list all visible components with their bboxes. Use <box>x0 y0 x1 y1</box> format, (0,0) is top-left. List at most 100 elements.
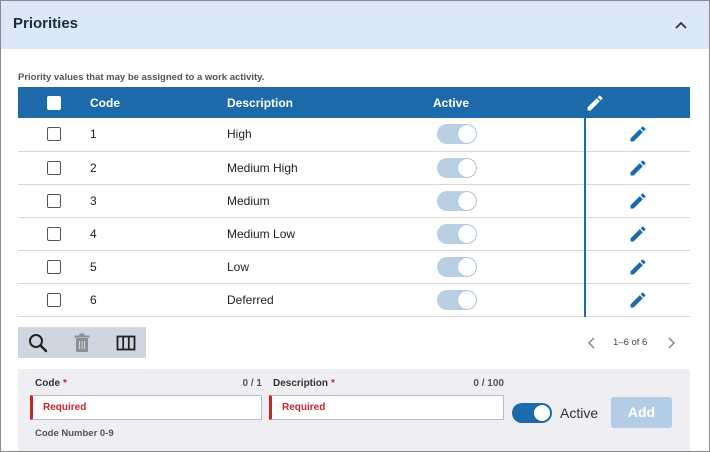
code-label-text: Code <box>35 378 60 389</box>
trash-icon <box>74 333 90 352</box>
collapse-button[interactable] <box>669 15 693 35</box>
table-toolbar <box>18 327 146 358</box>
add-priority-form: Code * 0 / 1 Required Code Number 0-9 Des… <box>18 369 690 451</box>
row-active-toggle[interactable] <box>437 190 477 211</box>
search-button[interactable] <box>27 332 49 354</box>
active-cell <box>433 151 585 185</box>
toggle-knob <box>534 405 550 421</box>
table-row[interactable]: 3 Medium <box>18 184 690 218</box>
code-hint: Code Number 0-9 <box>35 428 114 439</box>
description-cell: Medium <box>227 184 433 218</box>
row-select-cell <box>18 250 90 284</box>
next-page-button[interactable] <box>664 336 678 353</box>
edit-cell <box>584 283 690 317</box>
toggle-knob <box>458 125 476 144</box>
toggle-knob <box>458 224 476 243</box>
pagination-label: 1–6 of 6 <box>613 337 648 348</box>
pencil-icon[interactable] <box>628 290 648 310</box>
toggle-knob <box>458 257 476 276</box>
code-cell: 5 <box>90 250 227 284</box>
table-row[interactable]: 5 Low <box>18 250 690 284</box>
pencil-icon[interactable] <box>585 93 605 113</box>
code-input-placeholder: Required <box>43 402 87 413</box>
active-cell <box>433 118 585 152</box>
toggle-knob <box>458 158 476 177</box>
table-header-row: Code Description Active <box>18 87 690 118</box>
row-checkbox[interactable] <box>47 160 61 175</box>
previous-page-button[interactable] <box>585 336 599 353</box>
priorities-panel: Priorities Priority values that may be a… <box>0 0 710 452</box>
edit-cell <box>584 118 690 152</box>
row-checkbox[interactable] <box>47 127 61 142</box>
row-select-cell <box>18 151 90 185</box>
panel-header[interactable]: Priorities <box>1 1 709 49</box>
row-checkbox[interactable] <box>47 193 61 208</box>
pencil-icon[interactable] <box>628 191 648 211</box>
code-input[interactable]: Required <box>30 395 262 420</box>
search-icon <box>29 334 48 353</box>
row-checkbox[interactable] <box>47 259 61 274</box>
required-marker: * <box>63 378 67 389</box>
description-char-count: 0 / 100 <box>473 378 504 389</box>
edit-cell <box>584 184 690 218</box>
description-cell: Medium Low <box>227 217 433 251</box>
row-active-toggle[interactable] <box>437 124 477 145</box>
edit-cell <box>584 217 690 251</box>
active-toggle[interactable] <box>512 403 552 423</box>
pencil-icon[interactable] <box>628 124 648 144</box>
column-header-active[interactable]: Active <box>433 87 585 118</box>
chevron-up-icon <box>675 21 687 29</box>
pencil-icon[interactable] <box>628 257 648 277</box>
description-field-label: Description * <box>273 378 335 389</box>
add-button[interactable]: Add <box>611 397 672 428</box>
pencil-icon[interactable] <box>628 158 648 178</box>
row-active-toggle[interactable] <box>437 223 477 244</box>
active-cell <box>433 217 585 251</box>
description-input-placeholder: Required <box>282 402 326 413</box>
chevron-left-icon <box>587 337 595 349</box>
row-active-toggle[interactable] <box>437 289 477 310</box>
required-marker: * <box>331 378 335 389</box>
table-body: 1 High 2 Medium High 3 Medium 4 Medium Low 5 Low 6… <box>18 118 690 317</box>
active-cell <box>433 250 585 284</box>
code-cell: 6 <box>90 283 227 317</box>
code-char-count: 0 / 1 <box>242 378 262 389</box>
description-label-text: Description <box>273 378 329 389</box>
description-cell: Medium High <box>227 151 433 185</box>
row-active-toggle[interactable] <box>437 157 477 178</box>
row-select-cell <box>18 283 90 317</box>
row-select-cell <box>18 184 90 218</box>
code-cell: 1 <box>90 118 227 152</box>
code-field-label: Code * <box>35 378 67 389</box>
column-header-edit <box>585 87 690 118</box>
row-active-toggle[interactable] <box>437 256 477 277</box>
active-cell <box>433 184 585 218</box>
delete-button[interactable] <box>71 332 93 354</box>
row-checkbox[interactable] <box>47 226 61 241</box>
select-all-checkbox[interactable] <box>47 95 61 110</box>
row-select-cell <box>18 118 90 152</box>
table-row[interactable]: 1 High <box>18 118 690 152</box>
description-cell: High <box>227 118 433 152</box>
columns-icon <box>116 335 136 351</box>
code-cell: 4 <box>90 217 227 251</box>
priorities-table: Code Description Active 1 High 2 Medium Hig… <box>18 87 690 317</box>
toggle-knob <box>458 191 476 210</box>
table-row[interactable]: 4 Medium Low <box>18 217 690 251</box>
select-all-cell <box>18 87 90 118</box>
edit-cell <box>584 151 690 185</box>
table-row[interactable]: 2 Medium High <box>18 151 690 185</box>
table-row[interactable]: 6 Deferred <box>18 283 690 317</box>
description-cell: Deferred <box>227 283 433 317</box>
edit-cell <box>584 250 690 284</box>
columns-button[interactable] <box>115 332 137 354</box>
row-checkbox[interactable] <box>47 292 61 307</box>
pencil-icon[interactable] <box>628 224 648 244</box>
toggle-knob <box>458 290 476 309</box>
column-header-description[interactable]: Description <box>227 87 433 118</box>
chevron-right-icon <box>668 337 676 349</box>
code-cell: 2 <box>90 151 227 185</box>
column-header-code[interactable]: Code <box>90 87 227 118</box>
description-input[interactable]: Required <box>269 395 504 420</box>
panel-title: Priorities <box>13 15 79 32</box>
